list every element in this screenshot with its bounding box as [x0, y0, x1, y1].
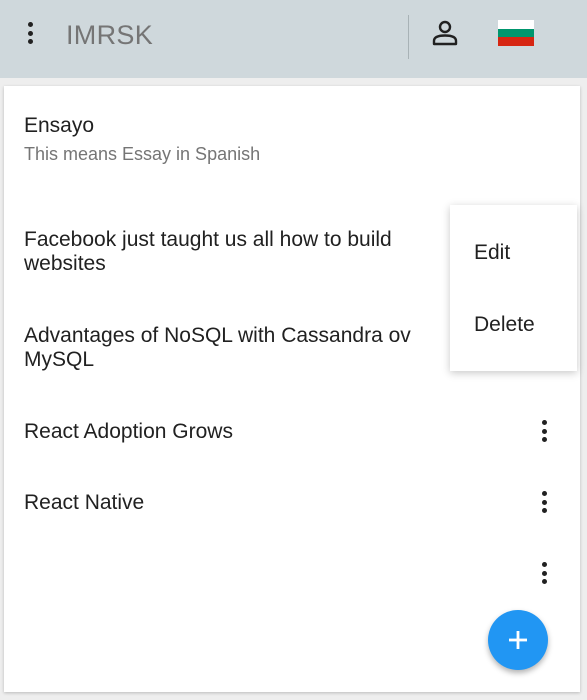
list-item-title: React Native — [24, 491, 145, 514]
account-button[interactable] — [430, 18, 460, 48]
app-bar: IMRSK — [0, 0, 587, 78]
person-outline-icon — [432, 20, 458, 46]
list-item[interactable]: React Adoption Grows — [24, 420, 504, 444]
list-item-title: Ensayo — [24, 114, 95, 137]
plus-icon — [509, 631, 527, 649]
add-button[interactable] — [488, 610, 548, 670]
bulgaria-flag-icon — [498, 20, 534, 46]
more-vertical-icon — [18, 18, 42, 44]
context-menu: Edit Delete — [450, 205, 577, 371]
language-flag-button[interactable] — [498, 20, 534, 46]
list-item[interactable]: Ensayo This means Essay in Spanish — [24, 114, 564, 166]
list-item-subtitle: This means Essay in Spanish — [24, 144, 261, 164]
item-more-button[interactable] — [534, 416, 554, 446]
item-more-button[interactable] — [534, 558, 554, 588]
app-title: IMRSK — [66, 20, 154, 50]
more-vertical-icon — [534, 558, 554, 584]
menu-item-delete[interactable]: Delete — [474, 313, 535, 337]
more-vertical-icon — [534, 487, 554, 513]
item-more-button[interactable] — [534, 487, 554, 517]
content-card: Ensayo This means Essay in Spanish Faceb… — [4, 86, 580, 692]
more-vertical-icon — [534, 416, 554, 442]
menu-item-edit[interactable]: Edit — [474, 241, 510, 265]
menu-button[interactable] — [18, 18, 42, 48]
list-item-title: React Adoption Grows — [24, 420, 233, 443]
list-item[interactable]: React Native — [24, 491, 504, 515]
app-bar-divider — [408, 15, 409, 59]
